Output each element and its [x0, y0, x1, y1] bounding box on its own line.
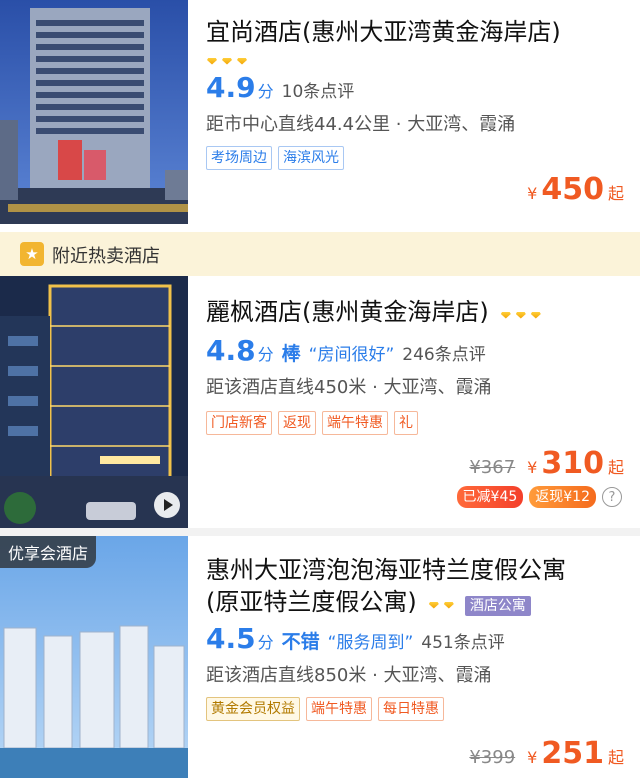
- price: 251: [541, 736, 604, 771]
- tag: 端午特惠: [322, 411, 388, 435]
- hotel-photo[interactable]: 优享会酒店: [0, 536, 188, 778]
- vip-hotel-badge: 优享会酒店: [0, 536, 97, 568]
- cashback-badge: 返现¥12: [529, 486, 596, 508]
- tag: 礼: [394, 411, 418, 435]
- rating-row: 4.8 分 棒 “房间很好” 246条点评: [206, 334, 626, 367]
- price: 310: [541, 446, 604, 481]
- price-block: ¥399 ¥ 251 起: [469, 736, 624, 771]
- price-suffix: 起: [607, 748, 624, 767]
- price-block: ¥367 ¥ 310 起: [469, 446, 624, 481]
- diamond-icon: [443, 601, 456, 611]
- hotel-name-line2[interactable]: (原亚特兰度假公寓): [206, 588, 417, 616]
- diamond-icon: [206, 57, 219, 67]
- currency-symbol: ¥: [527, 458, 538, 477]
- price-suffix: 起: [607, 458, 624, 477]
- tag: 海滨风光: [278, 146, 344, 170]
- tag-list: 考场周边 海滨风光: [206, 146, 626, 170]
- tag: 每日特惠: [378, 697, 444, 721]
- diamond-icon: [221, 57, 234, 67]
- tag: 端午特惠: [306, 697, 372, 721]
- hotel-card-3[interactable]: 优享会酒店 惠州大亚湾泡泡海亚特兰度假公寓 (原亚特兰度假公寓) 酒店公寓 4.…: [0, 536, 640, 778]
- rating-row: 4.9 分 10条点评: [206, 71, 626, 104]
- original-price: ¥367: [469, 457, 516, 478]
- diamond-icon: [428, 601, 441, 611]
- currency-symbol: ¥: [527, 748, 538, 767]
- property-type-badge: 酒店公寓: [464, 595, 531, 616]
- tag: 黄金会员权益: [206, 697, 300, 721]
- original-price: ¥399: [469, 747, 516, 768]
- card-divider: [0, 528, 640, 536]
- tag-list: 黄金会员权益 端午特惠 每日特惠: [206, 697, 626, 721]
- score: 4.8: [206, 334, 256, 367]
- hotel-photo[interactable]: [0, 0, 188, 224]
- distance-text: 距市中心直线44.4公里 · 大亚湾、霞涌: [206, 114, 516, 135]
- score-unit: 分: [257, 82, 274, 101]
- section-title: 附近热卖酒店: [52, 246, 160, 267]
- diamond-rating: [500, 311, 543, 321]
- review-count[interactable]: 10条点评: [282, 77, 355, 102]
- rating-level: 棒: [281, 343, 301, 365]
- hotel-photo[interactable]: [0, 276, 188, 528]
- hotel-name-row: (原亚特兰度假公寓) 酒店公寓: [206, 586, 626, 618]
- tag: 门店新客: [206, 411, 272, 435]
- diamond-rating: [206, 57, 249, 67]
- hotel-name-line1[interactable]: 惠州大亚湾泡泡海亚特兰度假公寓: [206, 554, 626, 586]
- score-unit: 分: [257, 345, 274, 364]
- discount-badge: 已减¥45: [456, 486, 524, 508]
- score: 4.5: [206, 622, 256, 655]
- discount-badges: 已减¥45 返现¥12 ?: [456, 486, 622, 508]
- diamond-rating: [428, 601, 456, 611]
- tag: 返现: [278, 411, 316, 435]
- review-quote: “服务周到”: [327, 633, 414, 653]
- price-block: ¥ 450 起: [527, 172, 624, 207]
- currency-symbol: ¥: [527, 184, 538, 203]
- hotel-card-2[interactable]: 麗枫酒店(惠州黄金海岸店) 4.8 分 棒 “房间很好” 246条点评 距该酒店…: [0, 276, 640, 528]
- tag: 考场周边: [206, 146, 272, 170]
- rating-level: 不错: [281, 631, 320, 653]
- hotel-card-1[interactable]: 宜尚酒店(惠州大亚湾黄金海岸店) 4.9 分 10条点评 距市中心直线44.4公…: [0, 0, 640, 224]
- review-quote: “房间很好”: [308, 345, 395, 365]
- tag-list: 门店新客 返现 端午特惠 礼: [206, 411, 626, 435]
- hotel-name[interactable]: 麗枫酒店(惠州黄金海岸店): [206, 298, 489, 326]
- price-suffix: 起: [607, 184, 624, 203]
- review-count[interactable]: 246条点评: [402, 340, 485, 365]
- hotel-name-row: 麗枫酒店(惠州黄金海岸店): [206, 296, 626, 328]
- distance-text: 距该酒店直线450米 · 大亚湾、霞涌: [206, 377, 492, 398]
- star-badge-icon: ★: [20, 242, 44, 266]
- score: 4.9: [206, 71, 256, 104]
- score-unit: 分: [257, 633, 274, 652]
- price: 450: [541, 172, 604, 207]
- diamond-icon: [515, 311, 528, 321]
- diamond-icon: [236, 57, 249, 67]
- nearby-hot-hotels-header: ★ 附近热卖酒店: [0, 232, 640, 276]
- distance-text: 距该酒店直线850米 · 大亚湾、霞涌: [206, 665, 492, 686]
- help-icon[interactable]: ?: [602, 487, 622, 507]
- rating-row: 4.5 分 不错 “服务周到” 451条点评: [206, 622, 626, 655]
- hotel-name[interactable]: 宜尚酒店(惠州大亚湾黄金海岸店): [206, 16, 626, 48]
- review-count[interactable]: 451条点评: [421, 628, 504, 653]
- diamond-icon: [530, 311, 543, 321]
- diamond-icon: [500, 311, 513, 321]
- video-play-icon[interactable]: [154, 492, 180, 518]
